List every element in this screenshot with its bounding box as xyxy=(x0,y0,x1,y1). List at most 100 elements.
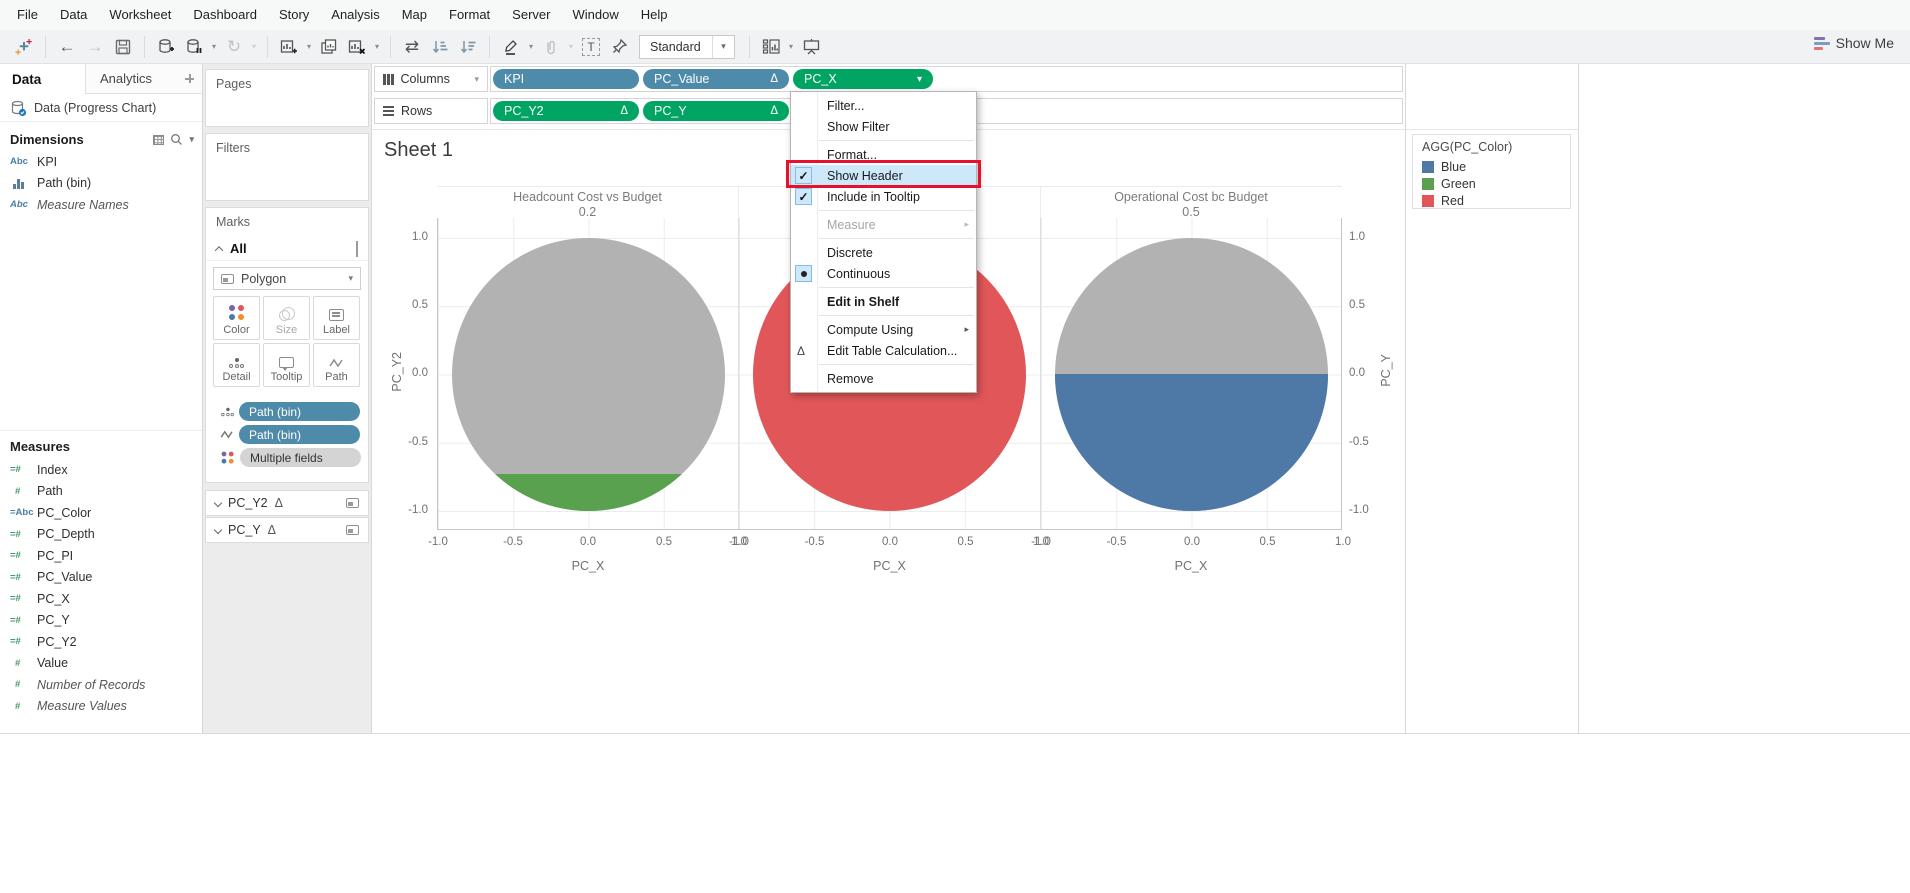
undo-button[interactable]: ← xyxy=(53,34,81,60)
highlight-caret[interactable]: ▾ xyxy=(525,42,537,51)
pause-auto-updates-button[interactable] xyxy=(180,34,208,60)
marks-pill-path-bin2[interactable]: Path (bin) xyxy=(239,425,360,444)
field-pc-x[interactable]: =# PC_X xyxy=(0,588,202,610)
view-mode-caret[interactable]: ▾ xyxy=(712,35,734,58)
marks-all-row[interactable]: All xyxy=(206,237,368,261)
menu-server[interactable]: Server xyxy=(501,0,561,30)
duplicate-sheet-button[interactable] xyxy=(315,34,343,60)
columns-shelf[interactable]: KPI PC_Value Δ PC_X ▾ xyxy=(490,66,1403,92)
label-button[interactable]: Label xyxy=(313,296,360,340)
redo-button[interactable]: → xyxy=(81,34,109,60)
menu-file[interactable]: File xyxy=(6,0,49,30)
new-worksheet-button[interactable] xyxy=(275,34,303,60)
pc-y2-measure-card[interactable]: PC_Y2 Δ xyxy=(205,490,369,516)
marks-pill-multiple-fields[interactable]: Multiple fields xyxy=(240,448,361,467)
presentation-mode-button[interactable] xyxy=(797,34,825,60)
sort-ascending-button[interactable] xyxy=(426,34,454,60)
field-pc-y2[interactable]: =# PC_Y2 xyxy=(0,631,202,653)
menu-item-continuous[interactable]: Continuous xyxy=(791,263,976,284)
pause-auto-updates-caret[interactable]: ▾ xyxy=(208,42,220,51)
pages-shelf[interactable]: Pages xyxy=(205,69,369,127)
marks-grid-icon[interactable] xyxy=(356,240,358,257)
clear-sheet-button[interactable] xyxy=(343,34,371,60)
group-members-caret[interactable]: ▾ xyxy=(565,42,577,51)
expand-chevron-icon[interactable] xyxy=(213,525,223,535)
menu-item-show-filter[interactable]: Show Filter xyxy=(791,116,976,137)
progress-circle-operational[interactable] xyxy=(1055,238,1328,511)
field-pc-y[interactable]: =# PC_Y xyxy=(0,610,202,632)
new-worksheet-caret[interactable]: ▾ xyxy=(303,42,315,51)
field-pc-color[interactable]: =Abc PC_Color xyxy=(0,502,202,524)
data-source-row[interactable]: Data (Progress Chart) xyxy=(0,94,202,122)
field-index[interactable]: =# Index xyxy=(0,459,202,481)
expand-chevron-icon[interactable] xyxy=(213,498,223,508)
columns-shelf-caret[interactable]: ▾ xyxy=(474,74,479,85)
highlight-button[interactable] xyxy=(497,34,525,60)
path-button[interactable]: Path xyxy=(313,343,360,387)
show-hide-cards-button[interactable] xyxy=(757,34,785,60)
legend-item-green[interactable]: Green xyxy=(1422,175,1570,192)
filters-shelf[interactable]: Filters xyxy=(205,133,369,201)
field-pc-value[interactable]: =# PC_Value xyxy=(0,567,202,589)
menu-item-edit-table-calculation[interactable]: Δ Edit Table Calculation... xyxy=(791,340,976,361)
fix-axes-pin-button[interactable] xyxy=(605,34,633,60)
field-path-bin[interactable]: Path (bin) xyxy=(0,173,202,195)
field-number-of-records[interactable]: # Number of Records xyxy=(0,674,202,696)
field-value[interactable]: # Value xyxy=(0,653,202,675)
size-button[interactable]: Size xyxy=(263,296,310,340)
tab-analytics[interactable]: Analytics xyxy=(86,64,178,94)
pill-menu-caret[interactable]: ▾ xyxy=(917,74,922,85)
show-me-button[interactable]: Show Me xyxy=(1813,35,1894,51)
run-update-caret[interactable]: ▾ xyxy=(248,42,260,51)
pill-pc-value[interactable]: PC_Value Δ xyxy=(643,69,789,89)
rows-shelf-label-box[interactable]: Rows xyxy=(374,98,488,124)
columns-shelf-label-box[interactable]: Columns ▾ xyxy=(374,66,488,92)
clear-sheet-caret[interactable]: ▾ xyxy=(371,42,383,51)
marks-pill-path-bin[interactable]: Path (bin) xyxy=(239,402,360,421)
legend-item-blue[interactable]: Blue xyxy=(1422,158,1570,175)
search-icon[interactable] xyxy=(170,133,183,146)
menu-data[interactable]: Data xyxy=(49,0,98,30)
pill-pc-y2[interactable]: PC_Y2 Δ xyxy=(493,101,639,121)
collapse-chevron-icon[interactable] xyxy=(214,245,224,255)
field-measure-values[interactable]: # Measure Values xyxy=(0,696,202,718)
save-button[interactable] xyxy=(109,34,137,60)
menu-analysis[interactable]: Analysis xyxy=(320,0,390,30)
detail-button[interactable]: Detail xyxy=(213,343,260,387)
menu-worksheet[interactable]: Worksheet xyxy=(98,0,182,30)
menu-dashboard[interactable]: Dashboard xyxy=(182,0,268,30)
fields-menu-caret[interactable]: ▾ xyxy=(189,134,194,145)
tooltip-button[interactable]: Tooltip xyxy=(263,343,310,387)
group-members-button[interactable] xyxy=(537,34,565,60)
menu-story[interactable]: Story xyxy=(268,0,320,30)
field-measure-names[interactable]: Abc Measure Names xyxy=(0,194,202,216)
view-data-grid-icon[interactable] xyxy=(153,134,165,145)
mark-type-dropdown[interactable]: Polygon ▾ xyxy=(213,267,361,290)
sort-descending-button[interactable] xyxy=(454,34,482,60)
field-path[interactable]: # Path xyxy=(0,481,202,503)
swap-rows-columns-button[interactable]: ⇄ xyxy=(398,34,426,60)
new-data-source-button[interactable] xyxy=(152,34,180,60)
menu-item-edit-in-shelf[interactable]: Edit in Shelf xyxy=(791,291,976,312)
menu-window[interactable]: Window xyxy=(561,0,629,30)
progress-circle-headcount[interactable] xyxy=(452,238,725,511)
pill-pc-y[interactable]: PC_Y Δ xyxy=(643,101,789,121)
menu-item-include-in-tooltip[interactable]: ✓ Include in Tooltip xyxy=(791,186,976,207)
run-update-button[interactable]: ↻ xyxy=(220,34,248,60)
menu-format[interactable]: Format xyxy=(438,0,501,30)
field-pc-pi[interactable]: =# PC_PI xyxy=(0,545,202,567)
field-kpi[interactable]: Abc KPI xyxy=(0,151,202,173)
legend-item-red[interactable]: Red xyxy=(1422,192,1570,209)
pill-kpi[interactable]: KPI xyxy=(493,69,639,89)
pc-y-measure-card[interactable]: PC_Y Δ xyxy=(205,517,369,543)
menu-help[interactable]: Help xyxy=(630,0,679,30)
mark-type-caret[interactable]: ▾ xyxy=(348,273,353,284)
field-pc-depth[interactable]: =# PC_Depth xyxy=(0,524,202,546)
menu-item-filter[interactable]: Filter... xyxy=(791,95,976,116)
tab-data[interactable]: Data xyxy=(0,64,86,94)
view-mode-dropdown[interactable]: Standard ▾ xyxy=(639,34,735,59)
menu-item-compute-using[interactable]: Compute Using ▸ xyxy=(791,319,976,340)
menu-item-discrete[interactable]: Discrete xyxy=(791,242,976,263)
show-mark-labels-button[interactable]: T xyxy=(577,34,605,60)
show-hide-cards-caret[interactable]: ▾ xyxy=(785,42,797,51)
